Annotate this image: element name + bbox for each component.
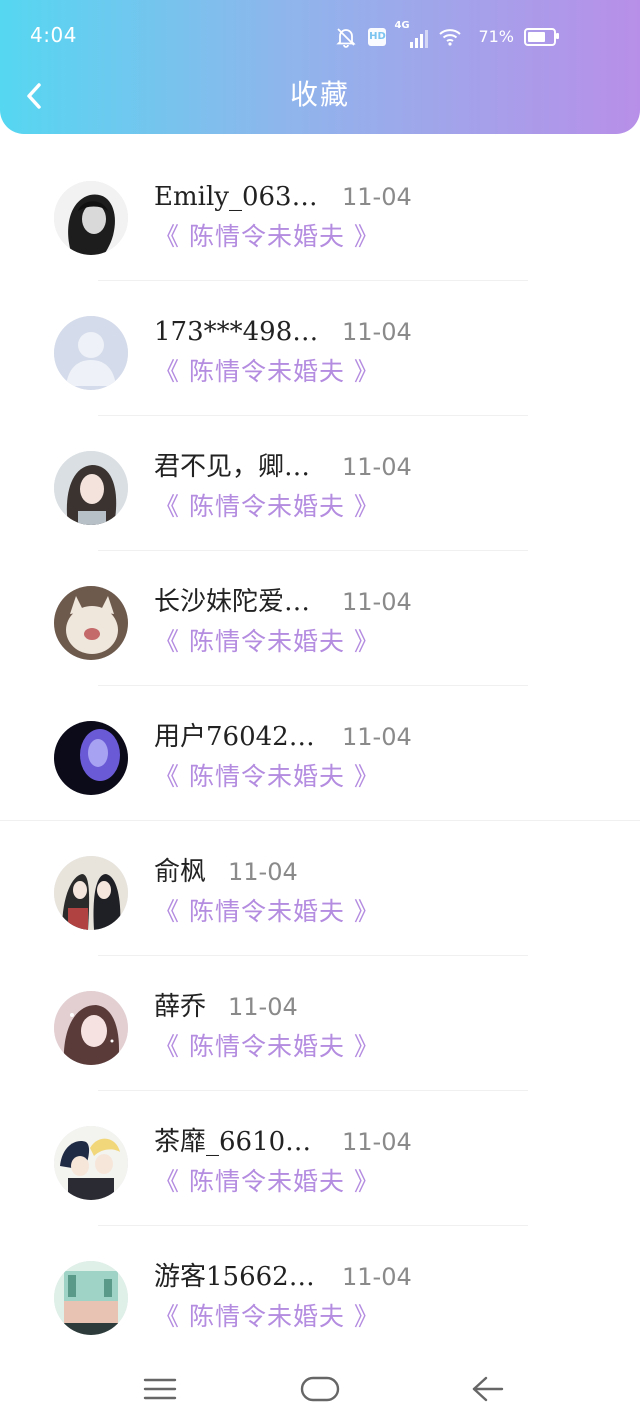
back-arrow-icon (472, 1376, 504, 1402)
list-item[interactable]: 长沙妹陀爱… 11-04 《 陈情令未婚夫 》 (0, 551, 640, 686)
username: 长沙妹陀爱… (154, 587, 311, 617)
novel-title[interactable]: 《 陈情令未婚夫 》 (154, 1030, 380, 1064)
signal-icon: 4G (394, 20, 429, 48)
status-time: 4:04 (30, 23, 77, 47)
username: 俞枫 (154, 857, 207, 887)
menu-button[interactable] (140, 1369, 180, 1409)
wifi-icon (438, 25, 462, 49)
page-title: 收藏 (289, 78, 350, 111)
date: 11-04 (342, 453, 412, 481)
list-item[interactable]: 薛乔 11-04 《 陈情令未婚夫 》 (0, 956, 640, 1091)
avatar[interactable] (54, 1126, 128, 1200)
date: 11-04 (342, 183, 412, 211)
back-nav-button[interactable] (468, 1369, 508, 1409)
network-type-label: 4G (394, 20, 410, 31)
avatar[interactable] (54, 451, 128, 525)
mute-notification-icon (334, 25, 358, 49)
list-item[interactable]: 俞枫 11-04 《 陈情令未婚夫 》 (0, 821, 640, 956)
header-bar: 4:04 HD 4G 71% 收藏 (0, 0, 640, 134)
list-item[interactable]: 茶靡_6610… 11-04 《 陈情令未婚夫 》 (0, 1091, 640, 1226)
username: 173***498… (154, 317, 319, 347)
date: 11-04 (228, 993, 298, 1021)
date: 11-04 (342, 318, 412, 346)
avatar[interactable] (54, 991, 128, 1065)
date: 11-04 (342, 1263, 412, 1291)
system-nav-bar (0, 1351, 640, 1427)
novel-title[interactable]: 《 陈情令未婚夫 》 (154, 625, 380, 659)
home-button[interactable] (300, 1369, 340, 1409)
status-icons: HD 4G 71% (334, 20, 559, 50)
username: Emily_063… (154, 182, 318, 212)
list-item[interactable]: Emily_063… 11-04 《 陈情令未婚夫 》 (0, 146, 640, 281)
novel-title[interactable]: 《 陈情令未婚夫 》 (154, 1300, 380, 1334)
novel-title[interactable]: 《 陈情令未婚夫 》 (154, 760, 380, 794)
list-item[interactable]: 173***498… 11-04 《 陈情令未婚夫 》 (0, 281, 640, 416)
novel-title[interactable]: 《 陈情令未婚夫 》 (154, 490, 380, 524)
avatar[interactable] (54, 586, 128, 660)
novel-title[interactable]: 《 陈情令未婚夫 》 (154, 1165, 380, 1199)
hd-badge: HD (368, 28, 387, 46)
novel-title[interactable]: 《 陈情令未婚夫 》 (154, 220, 380, 254)
date: 11-04 (342, 588, 412, 616)
avatar[interactable] (54, 856, 128, 930)
favorites-list: Emily_063… 11-04 《 陈情令未婚夫 》 173***498… 1… (0, 146, 640, 1351)
username: 茶靡_6610… (154, 1127, 312, 1157)
username: 薛乔 (154, 992, 207, 1022)
list-item[interactable]: 用户76042… 11-04 《 陈情令未婚夫 》 (0, 686, 640, 821)
list-item[interactable]: 君不见，卿… 11-04 《 陈情令未婚夫 》 (0, 416, 640, 551)
date: 11-04 (228, 858, 298, 886)
home-icon (300, 1376, 340, 1402)
avatar[interactable] (54, 721, 128, 795)
username: 用户76042… (154, 722, 315, 752)
favorites-screen: 4:04 HD 4G 71% 收藏 Emily_063… 11-04 《 陈情令… (0, 0, 640, 1427)
username: 君不见，卿… (154, 452, 311, 482)
list-item[interactable]: 游客15662… 11-04 《 陈情令未婚夫 》 (0, 1226, 640, 1361)
date: 11-04 (342, 723, 412, 751)
novel-title[interactable]: 《 陈情令未婚夫 》 (154, 355, 380, 389)
username: 游客15662… (154, 1262, 315, 1292)
date: 11-04 (342, 1128, 412, 1156)
menu-icon (143, 1378, 177, 1400)
battery-percent: 71% (478, 27, 514, 46)
battery-icon (524, 28, 559, 46)
novel-title[interactable]: 《 陈情令未婚夫 》 (154, 895, 380, 929)
avatar[interactable] (54, 316, 128, 390)
avatar[interactable] (54, 1261, 128, 1335)
avatar[interactable] (54, 181, 128, 255)
